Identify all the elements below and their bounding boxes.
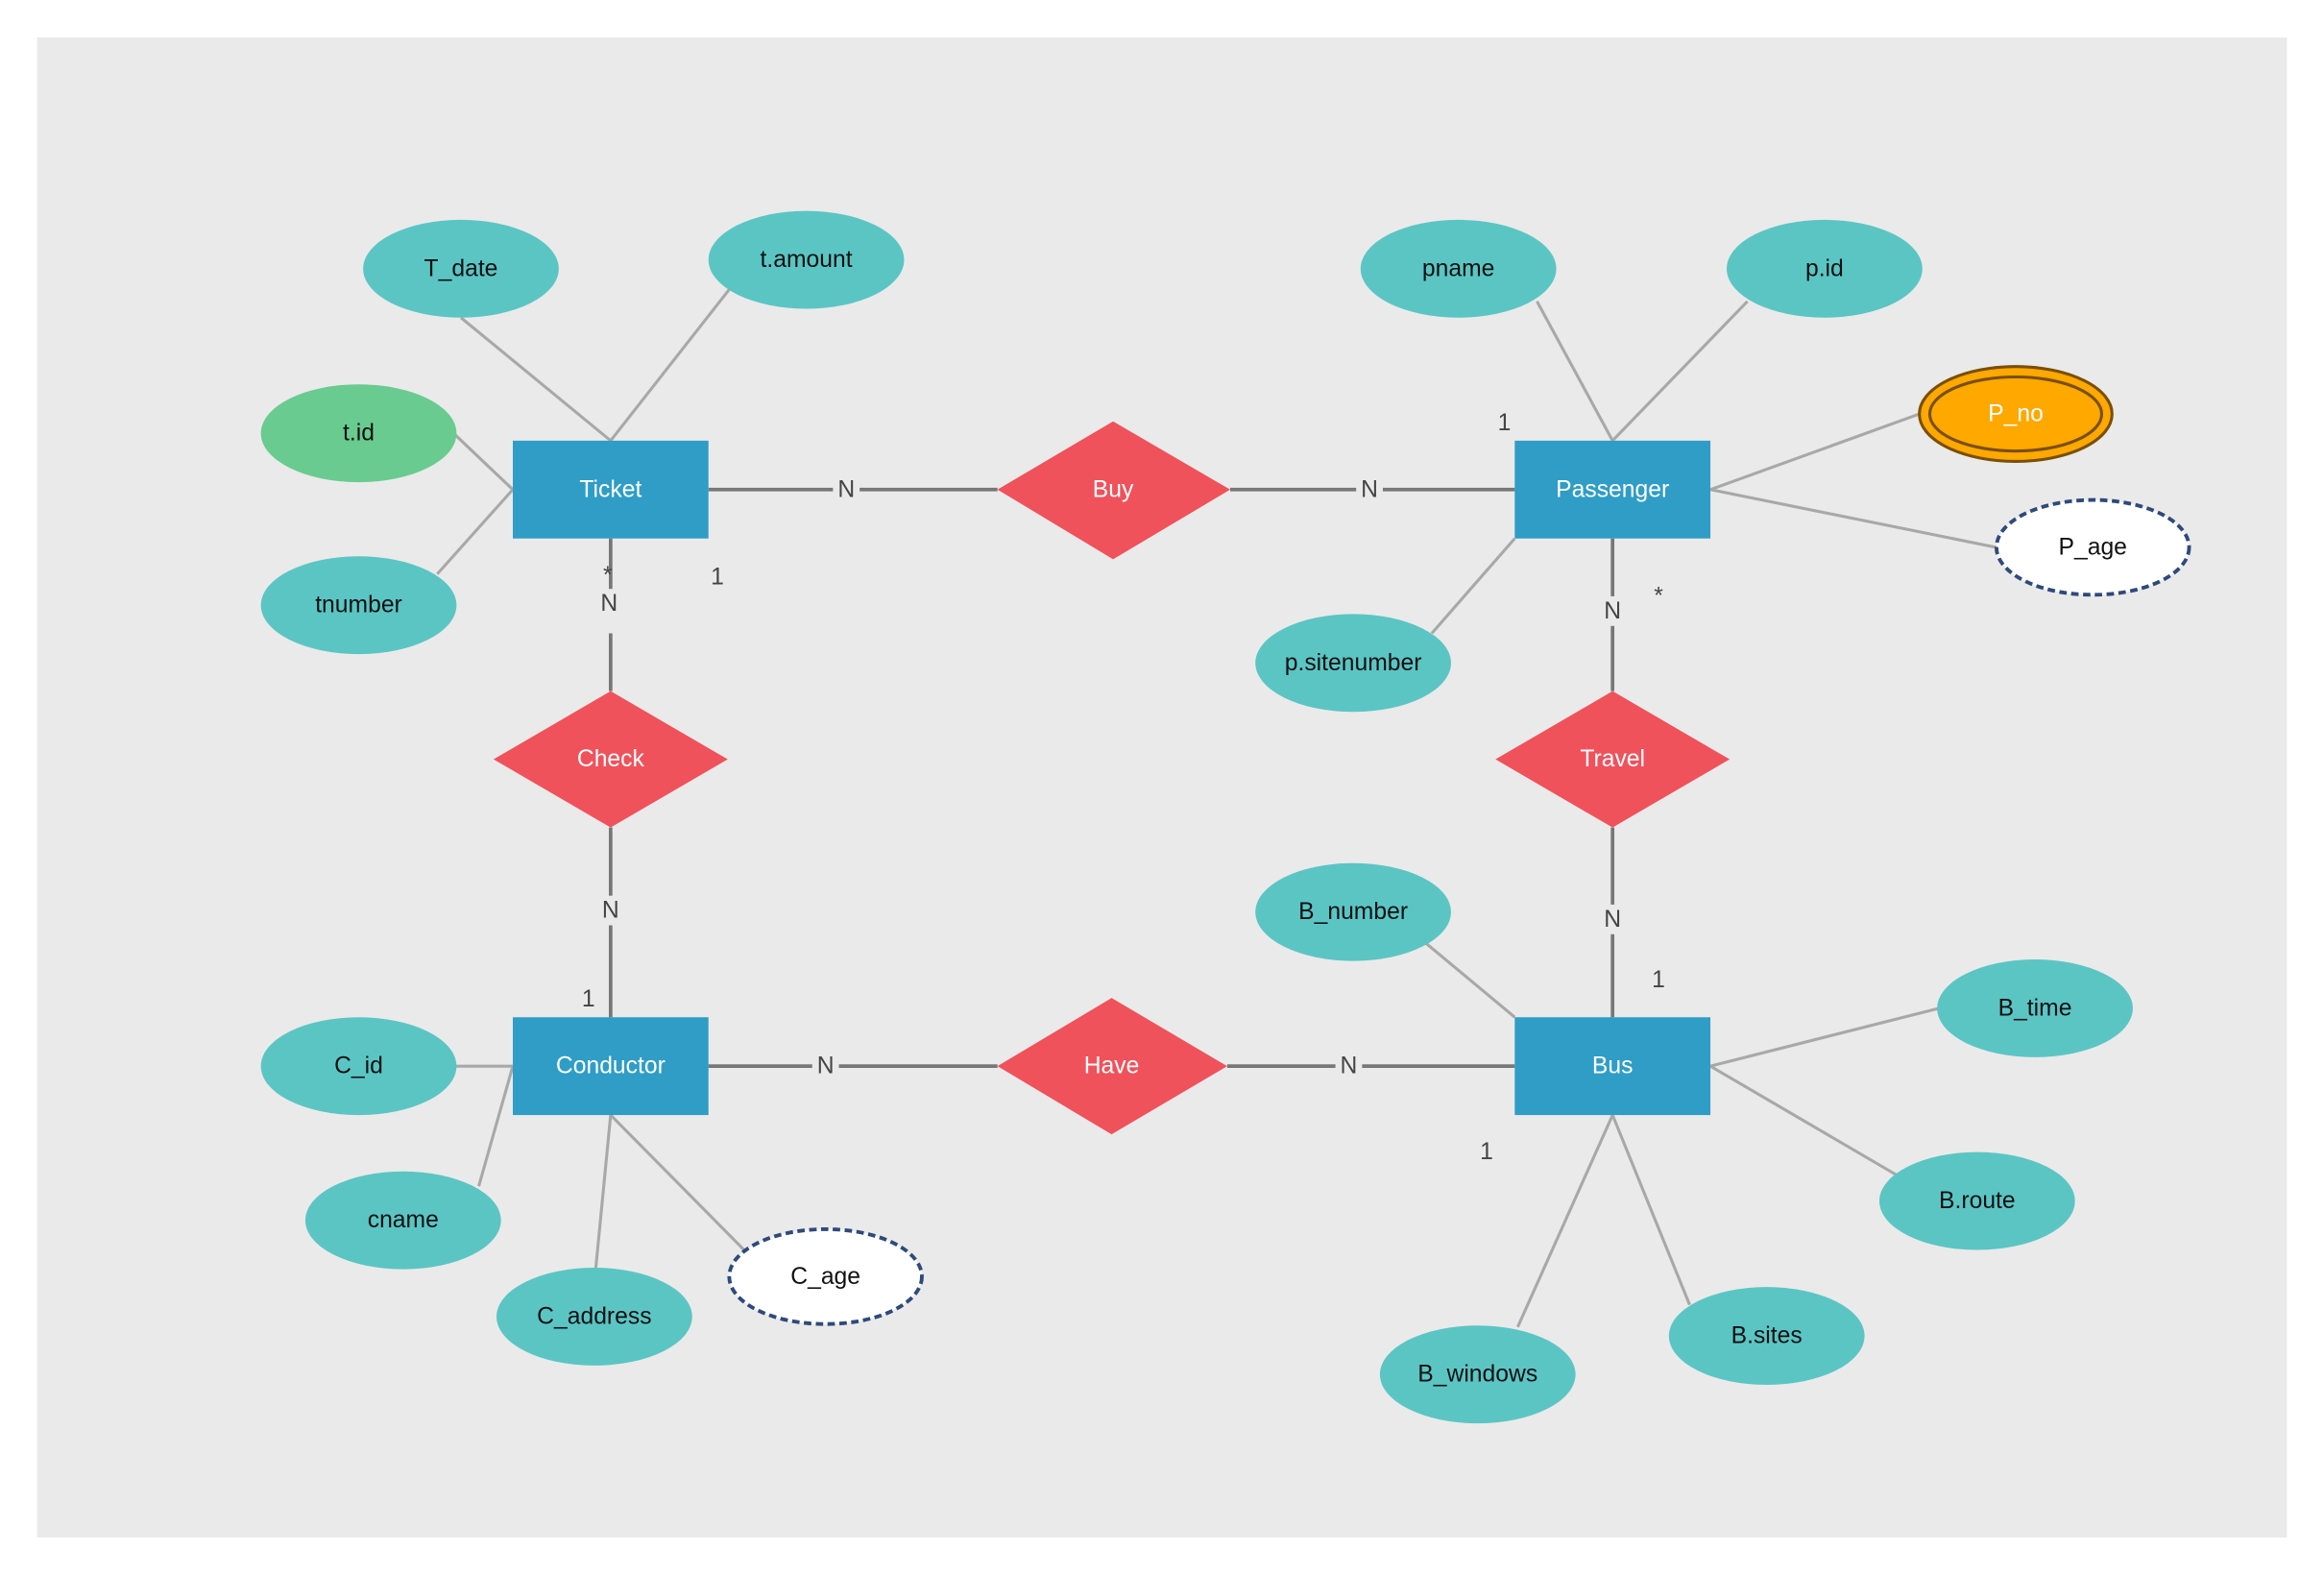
cardinality-bus-one-bottom: 1 — [1480, 1139, 1493, 1165]
attribute-p-no-label: P_no — [1988, 401, 2044, 427]
cardinality-ticket-star: * — [603, 563, 613, 589]
entity-ticket-label: Ticket — [579, 476, 642, 502]
attribute-p-no-multivalued[interactable]: P_no — [1918, 365, 2114, 464]
cardinality-passenger-travel: N — [1604, 598, 1621, 624]
attribute-t-amount-label: t.amount — [761, 247, 853, 273]
cardinality-ticket-one: 1 — [711, 564, 724, 590]
attribute-c-address-label: C_address — [537, 1303, 651, 1329]
cardinality-conductor-have: N — [817, 1054, 835, 1079]
relationship-travel-label: Travel — [1580, 746, 1645, 772]
attribute-c-id[interactable]: C_id — [260, 1017, 457, 1116]
attribute-c-age-derived[interactable]: C_age — [727, 1226, 924, 1326]
attribute-t-date[interactable]: T_date — [363, 219, 559, 318]
attribute-c-id-label: C_id — [334, 1054, 383, 1079]
entity-bus[interactable]: Bus — [1514, 1017, 1711, 1116]
cardinality-check-conductor: N — [602, 898, 619, 924]
attribute-p-age-derived[interactable]: P_age — [1994, 497, 2191, 597]
cardinality-ticket-check: N — [600, 591, 617, 617]
attribute-b-number-label: B_number — [1298, 899, 1408, 925]
cardinality-bus-one-top: 1 — [1652, 967, 1665, 993]
cardinality-passenger-one: 1 — [1498, 410, 1512, 436]
cardinality-ticket-buy: N — [837, 476, 855, 502]
attribute-t-amount[interactable]: t.amount — [708, 210, 905, 309]
attribute-p-sitenumber[interactable]: p.sitenumber — [1255, 614, 1451, 713]
attribute-b-windows[interactable]: B_windows — [1379, 1325, 1576, 1424]
entity-ticket[interactable]: Ticket — [513, 440, 709, 539]
cardinality-travel-bus: N — [1604, 907, 1621, 933]
cardinality-passenger-star: * — [1654, 583, 1663, 609]
attribute-b-windows-label: B_windows — [1417, 1362, 1537, 1388]
attribute-t-id-key[interactable]: t.id — [260, 384, 457, 483]
attribute-b-time[interactable]: B_time — [1937, 959, 2133, 1057]
relationship-buy-label: Buy — [1093, 476, 1134, 502]
cardinality-have-bus: N — [1341, 1054, 1358, 1079]
attribute-t-id-label: t.id — [343, 421, 375, 447]
attribute-b-route-label: B.route — [1939, 1188, 2016, 1214]
entity-passenger-label: Passenger — [1556, 476, 1669, 502]
attribute-pname[interactable]: pname — [1360, 219, 1557, 318]
er-diagram: N N N N N N N N 1 * 1 * 1 1 1 Ticket Pas… — [36, 37, 2288, 1538]
relationship-check-label: Check — [577, 746, 645, 772]
entity-conductor[interactable]: Conductor — [513, 1017, 709, 1116]
attribute-b-route[interactable]: B.route — [1878, 1151, 2075, 1250]
attribute-p-age-label: P_age — [2059, 534, 2127, 560]
attribute-p-id[interactable]: p.id — [1727, 219, 1923, 318]
relationship-have-label: Have — [1084, 1054, 1140, 1079]
attribute-tnumber[interactable]: tnumber — [260, 556, 457, 655]
attribute-b-time-label: B_time — [1998, 995, 2072, 1021]
attribute-pname-label: pname — [1422, 255, 1495, 281]
attribute-b-number[interactable]: B_number — [1255, 862, 1451, 961]
attribute-p-sitenumber-label: p.sitenumber — [1285, 650, 1422, 676]
cardinality-conductor-one: 1 — [582, 986, 595, 1012]
attribute-c-address[interactable]: C_address — [496, 1268, 692, 1366]
attribute-c-age-label: C_age — [790, 1264, 860, 1290]
entity-bus-label: Bus — [1592, 1054, 1634, 1079]
cardinality-buy-passenger: N — [1361, 476, 1378, 502]
attribute-b-sites[interactable]: B.sites — [1668, 1287, 1865, 1385]
attribute-t-date-label: T_date — [424, 255, 498, 281]
entity-conductor-label: Conductor — [556, 1054, 666, 1079]
attribute-p-id-label: p.id — [1805, 255, 1844, 281]
attribute-cname-label: cname — [368, 1207, 439, 1233]
entity-passenger[interactable]: Passenger — [1514, 440, 1711, 539]
attribute-cname[interactable]: cname — [304, 1171, 501, 1270]
attribute-tnumber-label: tnumber — [315, 593, 402, 618]
attribute-b-sites-label: B.sites — [1731, 1323, 1803, 1349]
